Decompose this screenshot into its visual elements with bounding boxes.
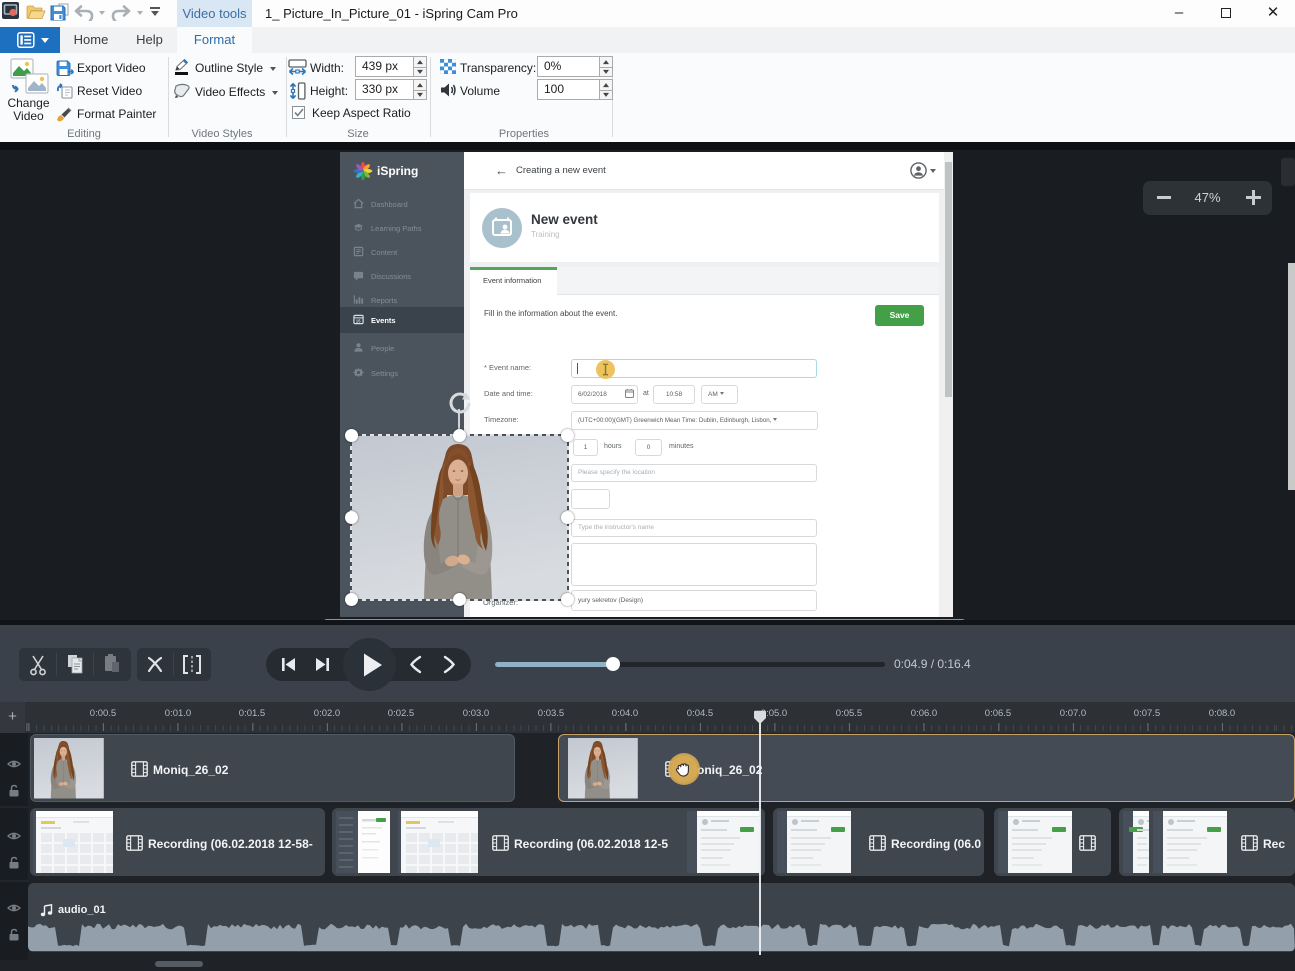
svg-text:15: 15 [356, 319, 361, 324]
